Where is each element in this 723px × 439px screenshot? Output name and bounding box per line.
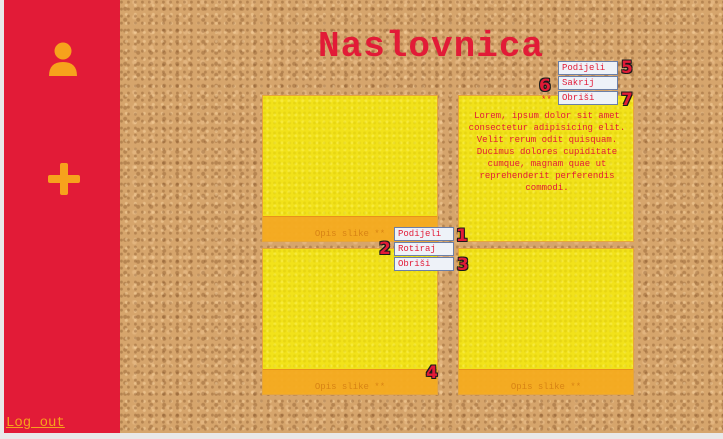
sidebar	[4, 0, 120, 439]
logout-link[interactable]: Log out	[6, 415, 65, 431]
share-menu-item[interactable]: Podijeli	[394, 227, 454, 241]
app-frame: Log out Naslovnica Opis slike ** Lorem, …	[0, 0, 723, 439]
annotation-badge: 2	[379, 239, 391, 259]
annotation-badge: 3	[457, 255, 469, 275]
rotate-menu-item[interactable]: Rotiraj	[394, 242, 454, 256]
user-icon[interactable]	[48, 42, 78, 78]
note-text: Lorem, ipsum dolor sit amet consectetur …	[468, 111, 626, 193]
note-card[interactable]: Opis slike **	[458, 248, 634, 395]
annotation-badge: 6	[539, 76, 551, 96]
annotation-badge: 1	[456, 226, 468, 246]
delete-menu-item[interactable]: Obriši	[394, 257, 454, 271]
plus-icon[interactable]	[48, 163, 80, 195]
share-menu-item[interactable]: Podijeli	[558, 61, 618, 75]
hide-menu-item[interactable]: Sakrij	[558, 76, 618, 90]
note-footer: Opis slike **	[263, 369, 437, 394]
note-card[interactable]: Lorem, ipsum dolor sit amet consectetur …	[458, 95, 634, 242]
annotation-badge: 4	[426, 363, 438, 383]
delete-menu-item[interactable]: Obriši	[558, 91, 618, 105]
note-caption: Opis slike **	[510, 382, 582, 392]
annotation-badge: 7	[621, 90, 633, 110]
page-title: Naslovnica	[318, 26, 545, 67]
context-menu-left: Podijeli Rotiraj Obriši	[394, 227, 454, 272]
annotation-badge: 5	[621, 58, 633, 78]
context-menu-right: Podijeli Sakrij Obriši	[558, 61, 618, 106]
note-footer: Opis slike **	[459, 369, 633, 394]
note-card[interactable]: Opis slike **	[262, 95, 438, 242]
more-dots: **	[541, 95, 552, 105]
note-caption: Opis slike **	[314, 382, 386, 392]
bottom-edge	[0, 433, 723, 439]
